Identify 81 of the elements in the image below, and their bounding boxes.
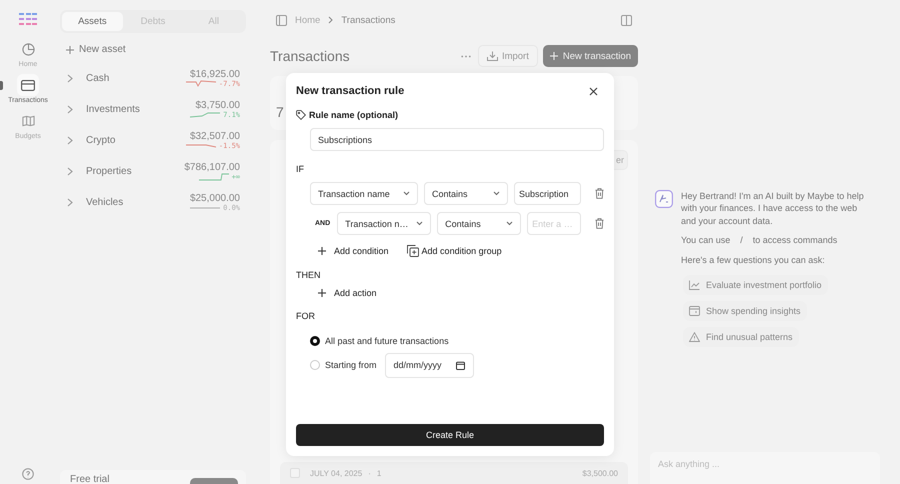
account-group-name[interactable]: Crypto xyxy=(86,135,116,146)
chevron-right-icon[interactable] xyxy=(67,74,73,83)
slash-key: / xyxy=(738,235,745,245)
create-rule-button[interactable]: Create Rule xyxy=(296,424,604,446)
date-field[interactable]: dd/mm/yyyy xyxy=(384,352,474,378)
add-condition-group-button[interactable]: Add condition group xyxy=(406,245,502,257)
more-icon[interactable] xyxy=(460,54,471,58)
help-icon[interactable] xyxy=(22,468,34,480)
wallet-icon xyxy=(689,306,700,316)
breadcrumb-current: Transactions xyxy=(341,14,396,26)
panel-toggle-icon[interactable] xyxy=(621,14,632,26)
radio-label[interactable]: All past and future transactions xyxy=(325,336,449,346)
map-icon[interactable] xyxy=(22,115,34,127)
tab[interactable]: Assets xyxy=(62,12,123,31)
sidebar-toggle-icon[interactable] xyxy=(276,14,287,26)
plus-icon xyxy=(318,289,326,297)
chevron-right-icon[interactable] xyxy=(67,105,73,114)
radio-label[interactable]: Starting from xyxy=(325,360,377,370)
account-group-name[interactable]: Properties xyxy=(86,166,132,177)
new-transaction-button[interactable]: New transaction xyxy=(542,45,638,67)
chevron-right-icon[interactable] xyxy=(67,136,73,145)
add-action-button[interactable]: Add action xyxy=(318,288,377,298)
operator-select[interactable]: Contains xyxy=(437,212,522,235)
page-title: Transactions xyxy=(270,48,350,64)
chevron-down-icon xyxy=(493,191,500,196)
chevron-right-icon[interactable] xyxy=(67,198,73,207)
tag-icon xyxy=(296,110,306,120)
assistant-message: Hey Bertrand! I'm an AI built by Maybe to help with your finances. I have access to the web and your account data. xyxy=(681,190,865,227)
section-label: FOR xyxy=(296,311,316,321)
summary-value: 7 xyxy=(276,104,284,120)
operator-select[interactable]: Contains xyxy=(424,182,508,205)
field-select[interactable]: Transaction n… xyxy=(337,212,432,235)
section-label: IF xyxy=(296,164,305,174)
rule-name-field[interactable]: Subscriptions xyxy=(310,128,604,151)
chat-input-field[interactable]: Ask anything ... xyxy=(650,452,880,484)
balance: $32,507.00 xyxy=(190,131,240,142)
download-icon xyxy=(486,51,498,61)
chevron-down-icon xyxy=(506,221,514,226)
section-label: THEN xyxy=(296,270,322,280)
balance: $16,925.00 xyxy=(190,69,240,80)
chevron-down-icon xyxy=(403,191,410,196)
trial-label: Free trial xyxy=(70,474,110,484)
group-amount: $3,500.00 xyxy=(582,468,618,478)
field-label: Rule name (optional) xyxy=(309,110,398,120)
balance: $3,750.00 xyxy=(196,100,240,111)
warning-icon xyxy=(689,332,700,342)
balance: $25,000.00 xyxy=(190,193,240,204)
plus-icon xyxy=(550,52,558,60)
assistant-avatar-icon xyxy=(655,190,673,208)
radio-button[interactable] xyxy=(310,336,320,346)
account-group-name[interactable]: Vehicles xyxy=(86,197,124,208)
balance: $786,107.00 xyxy=(184,162,240,173)
commands-hint: You can use xyxy=(681,235,730,245)
logo-icon xyxy=(18,12,38,26)
account-group-name[interactable]: Investments xyxy=(86,104,140,115)
dialog-title: New transaction rule xyxy=(296,85,404,97)
separator-dot: · xyxy=(368,468,371,478)
plus-icon xyxy=(318,247,326,255)
trash-icon[interactable] xyxy=(595,218,604,229)
group-count: 1 xyxy=(376,468,382,478)
group-date: JULY 04, 2025 xyxy=(310,468,362,478)
suggestions-prompt: Here's a few questions you can ask: xyxy=(681,254,826,266)
add-condition-button[interactable]: Add condition xyxy=(318,245,389,257)
condition-value-field[interactable]: Subscription xyxy=(514,182,581,205)
plus-icon xyxy=(66,46,74,54)
chevron-down-icon xyxy=(416,221,424,226)
trash-icon[interactable] xyxy=(595,188,604,199)
line-chart-icon xyxy=(689,280,700,290)
credit-card-icon[interactable] xyxy=(21,80,35,90)
field-select[interactable]: Transaction name xyxy=(310,182,418,205)
close-icon[interactable] xyxy=(589,86,598,96)
commands-hint: to access commands xyxy=(752,235,838,245)
chevron-right-icon xyxy=(328,16,334,24)
chevron-right-icon[interactable] xyxy=(67,167,73,176)
calendar-icon[interactable] xyxy=(456,360,465,370)
new-asset-button[interactable]: New asset xyxy=(60,44,246,55)
import-button[interactable]: Import xyxy=(478,45,538,67)
copy-plus-icon xyxy=(406,245,419,257)
pie-chart-icon[interactable] xyxy=(22,42,34,56)
account-group-name[interactable]: Cash xyxy=(86,73,110,84)
breadcrumb-link[interactable]: Home xyxy=(295,14,320,26)
